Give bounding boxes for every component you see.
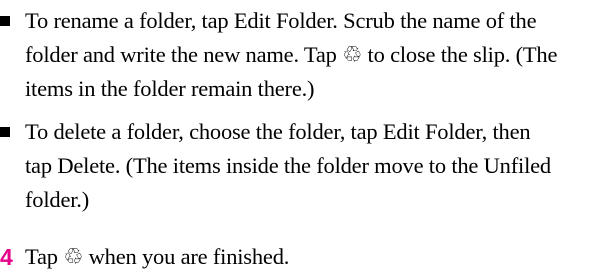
square-bullet-icon [0,127,10,137]
step-item: 4 Tap ♲ when you are finished. [0,240,616,274]
bullet-text-rename-folder: To rename a folder, tap Edit Folder. Scr… [25,8,558,101]
square-bullet-icon [0,16,10,26]
step-number: 4 [0,244,13,270]
step-text: Tap ♲ when you are finished. [25,244,290,269]
bullet-text-delete-folder: To delete a folder, choose the folder, t… [25,119,551,212]
document-page: To rename a folder, tap Edit Folder. Scr… [0,0,616,276]
